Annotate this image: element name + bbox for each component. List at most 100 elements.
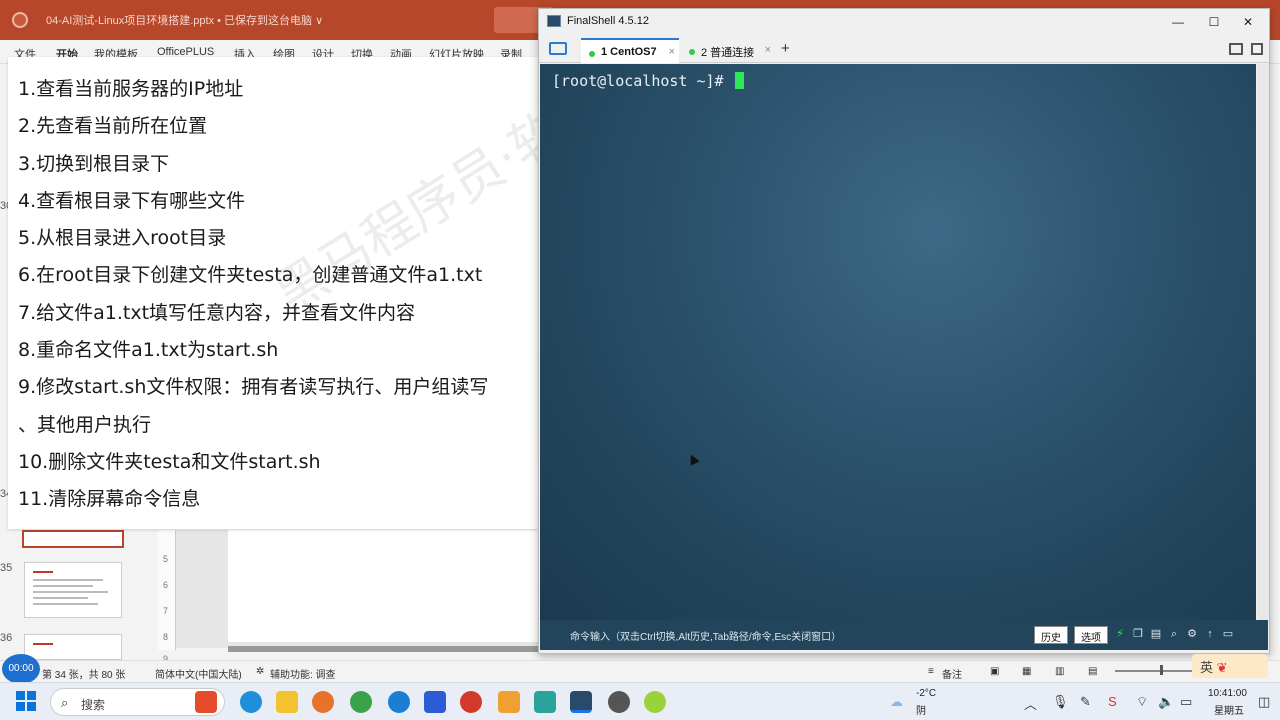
layout-icon[interactable] bbox=[1251, 43, 1263, 55]
task-item: 1.查看当前服务器的IP地址 bbox=[18, 78, 244, 100]
task-item: 7.给文件a1.txt填写任意内容，并查看文件内容 bbox=[18, 301, 416, 324]
tab-centos7[interactable]: 1 CentOS7 × bbox=[581, 38, 679, 63]
tab-label: 2 普通连接 bbox=[701, 47, 755, 59]
weather-desc[interactable]: 阴 bbox=[916, 702, 926, 717]
zoom-slider-thumb[interactable] bbox=[1160, 665, 1163, 675]
clock-app-icon[interactable] bbox=[608, 691, 630, 713]
terminal-cursor bbox=[734, 72, 744, 89]
notes-button[interactable]: 备注 bbox=[942, 666, 962, 681]
ppt-status-bar: 第 34 张，共 80 张 简体中文(中国大陆) ✲ 辅助功能: 调查 ≡ 备注… bbox=[0, 660, 1280, 682]
task-item: 11.清除屏幕命令信息 bbox=[18, 488, 201, 511]
reading-view-icon[interactable]: ▥ bbox=[1055, 666, 1064, 677]
notification-icon[interactable]: ◫ bbox=[1258, 694, 1270, 710]
history-button[interactable]: 历史 bbox=[1034, 626, 1068, 644]
sublime-icon[interactable] bbox=[498, 691, 520, 713]
chat-app-icon[interactable] bbox=[424, 691, 446, 713]
lightning-icon[interactable]: ⚡ bbox=[1114, 628, 1126, 640]
qq-browser-icon[interactable] bbox=[388, 691, 410, 713]
wifi-icon[interactable]: ⌔ bbox=[1136, 694, 1148, 710]
vertical-ruler: 5 6 7 8 9 bbox=[158, 530, 176, 664]
file-explorer-icon[interactable] bbox=[276, 691, 298, 713]
slideshow-icon[interactable]: ▤ bbox=[1088, 666, 1097, 677]
task-item: 2.先查看当前所在位置 bbox=[18, 115, 208, 138]
normal-view-icon[interactable]: ▣ bbox=[990, 666, 999, 677]
close-tab-icon[interactable]: × bbox=[765, 44, 771, 56]
finalshell-titlebar[interactable]: FinalShell 4.5.12 — ☐ ✕ bbox=[539, 9, 1269, 35]
task-item: 3.切换到根目录下 bbox=[18, 152, 170, 175]
paste-icon[interactable]: ▤ bbox=[1150, 628, 1162, 640]
folder-icon[interactable] bbox=[549, 42, 567, 55]
notes-icon[interactable]: ≡ bbox=[928, 666, 934, 677]
task-item: 9.修改start.sh文件权限：拥有者读写执行、用户组读写 bbox=[18, 376, 489, 399]
window-icon[interactable]: ▭ bbox=[1222, 628, 1234, 640]
mouse-pointer-icon bbox=[686, 452, 700, 466]
clock-time[interactable]: 10:41:00 bbox=[1208, 688, 1247, 699]
pen-icon[interactable]: ✎ bbox=[1080, 694, 1091, 710]
powerpoint-logo-icon bbox=[12, 12, 28, 28]
slide-thumbnail-34[interactable] bbox=[22, 530, 124, 548]
finalshell-app-icon bbox=[547, 15, 561, 27]
minimize-button[interactable]: — bbox=[1163, 12, 1193, 32]
slide-thumbnail-pane: 35 36 bbox=[0, 530, 160, 660]
clock-weekday[interactable]: 星期五 bbox=[1214, 702, 1244, 717]
arrow-up-icon[interactable]: ↑ bbox=[1204, 628, 1216, 640]
terminal-prompt: [root@localhost ~]# bbox=[552, 72, 744, 90]
slide-thumbnail-35[interactable] bbox=[24, 562, 122, 618]
gear-icon[interactable]: ⚙ bbox=[1186, 628, 1198, 640]
antivirus-icon[interactable]: S bbox=[1108, 694, 1117, 709]
add-tab-button[interactable]: + bbox=[781, 40, 790, 57]
chevron-up-icon[interactable]: ︿ bbox=[1024, 694, 1037, 713]
battery-icon[interactable]: ▭ bbox=[1180, 694, 1192, 710]
edge-browser-icon[interactable] bbox=[240, 691, 262, 713]
accessibility-icon[interactable]: ✲ bbox=[256, 666, 264, 677]
command-input-bar[interactable]: 命令输入（双击Ctrl切换,Alt历史,Tab路径/命令,Esc关闭窗口） 历史… bbox=[540, 620, 1268, 650]
accessibility-status[interactable]: 辅助功能: 调查 bbox=[270, 666, 336, 681]
gift-icon[interactable] bbox=[195, 691, 217, 713]
connected-status-icon bbox=[689, 49, 695, 55]
close-tab-icon[interactable]: × bbox=[669, 46, 675, 58]
slide-sorter-icon[interactable]: ▦ bbox=[1022, 666, 1031, 677]
search-icon[interactable]: ⌕ bbox=[1168, 628, 1180, 640]
finalshell-title: FinalShell 4.5.12 bbox=[567, 15, 649, 27]
chrome-icon[interactable] bbox=[350, 691, 372, 713]
slide-canvas[interactable] bbox=[228, 530, 538, 642]
options-button[interactable]: 选项 bbox=[1074, 626, 1108, 644]
ppt-document-title[interactable]: 04-AI测试-Linux项目环境搭建.pptx • 已保存到这台电脑 ∨ bbox=[46, 12, 323, 28]
search-icon: ⌕ bbox=[61, 695, 69, 710]
task-item: 5.从根目录进入root目录 bbox=[18, 227, 227, 250]
slide-number-35: 35 bbox=[0, 562, 13, 574]
language-indicator[interactable]: 简体中文(中国大陆) bbox=[155, 666, 242, 681]
task-item: 10.删除文件夹testa和文件start.sh bbox=[18, 450, 321, 473]
recording-timer[interactable]: 00:00 bbox=[2, 654, 40, 684]
windows-start-icon[interactable] bbox=[16, 691, 36, 711]
terminal-area[interactable]: [root@localhost ~]# bbox=[540, 64, 1256, 620]
weather-temp[interactable]: -2°C bbox=[916, 688, 936, 699]
powerpoint-icon[interactable] bbox=[460, 691, 482, 713]
ime-logo-icon: ❦ bbox=[1216, 660, 1228, 675]
windows-taskbar: ⌕ 搜索 ☁ -2°C 阴 ︿ 🎙 ✎ S ⌔ 🔈 ▭ 10:41:00 星期五… bbox=[0, 682, 1280, 720]
ime-indicator[interactable]: 英 ❦ bbox=[1192, 654, 1268, 678]
slide-thumbnail-36[interactable] bbox=[24, 634, 122, 660]
microphone-icon[interactable]: 🎙 bbox=[1052, 694, 1069, 710]
firefox-icon[interactable] bbox=[312, 691, 334, 713]
finalshell-taskbar-icon[interactable] bbox=[570, 691, 592, 713]
slide-number-36: 36 bbox=[0, 632, 13, 644]
command-input-hint[interactable]: 命令输入（双击Ctrl切换,Alt历史,Tab路径/命令,Esc关闭窗口） bbox=[570, 628, 841, 643]
taskbar-search-placeholder: 搜索 bbox=[81, 698, 106, 712]
close-window-button[interactable]: ✕ bbox=[1233, 12, 1263, 32]
maximize-button[interactable]: ☐ bbox=[1199, 12, 1229, 32]
copy-icon[interactable]: ❐ bbox=[1132, 628, 1144, 640]
tab-label: 1 CentOS7 bbox=[601, 46, 657, 58]
volume-icon[interactable]: 🔈 bbox=[1158, 694, 1174, 710]
app-icon[interactable] bbox=[534, 691, 556, 713]
ime-label: 英 bbox=[1200, 660, 1214, 675]
tab-normal-connection[interactable]: 2 普通连接 × bbox=[681, 38, 775, 63]
weather-icon[interactable]: ☁ bbox=[890, 694, 903, 710]
grid-view-icon[interactable] bbox=[1229, 43, 1243, 55]
green-app-icon[interactable] bbox=[644, 691, 666, 713]
session-tabbar: 1 CentOS7 × 2 普通连接 × + bbox=[539, 35, 1269, 63]
terminal-scrollbar[interactable] bbox=[1257, 64, 1269, 620]
task-item: 、其他用户执行 bbox=[18, 413, 152, 436]
horizontal-scrollbar[interactable] bbox=[228, 646, 538, 652]
zoom-slider[interactable] bbox=[1115, 670, 1195, 672]
